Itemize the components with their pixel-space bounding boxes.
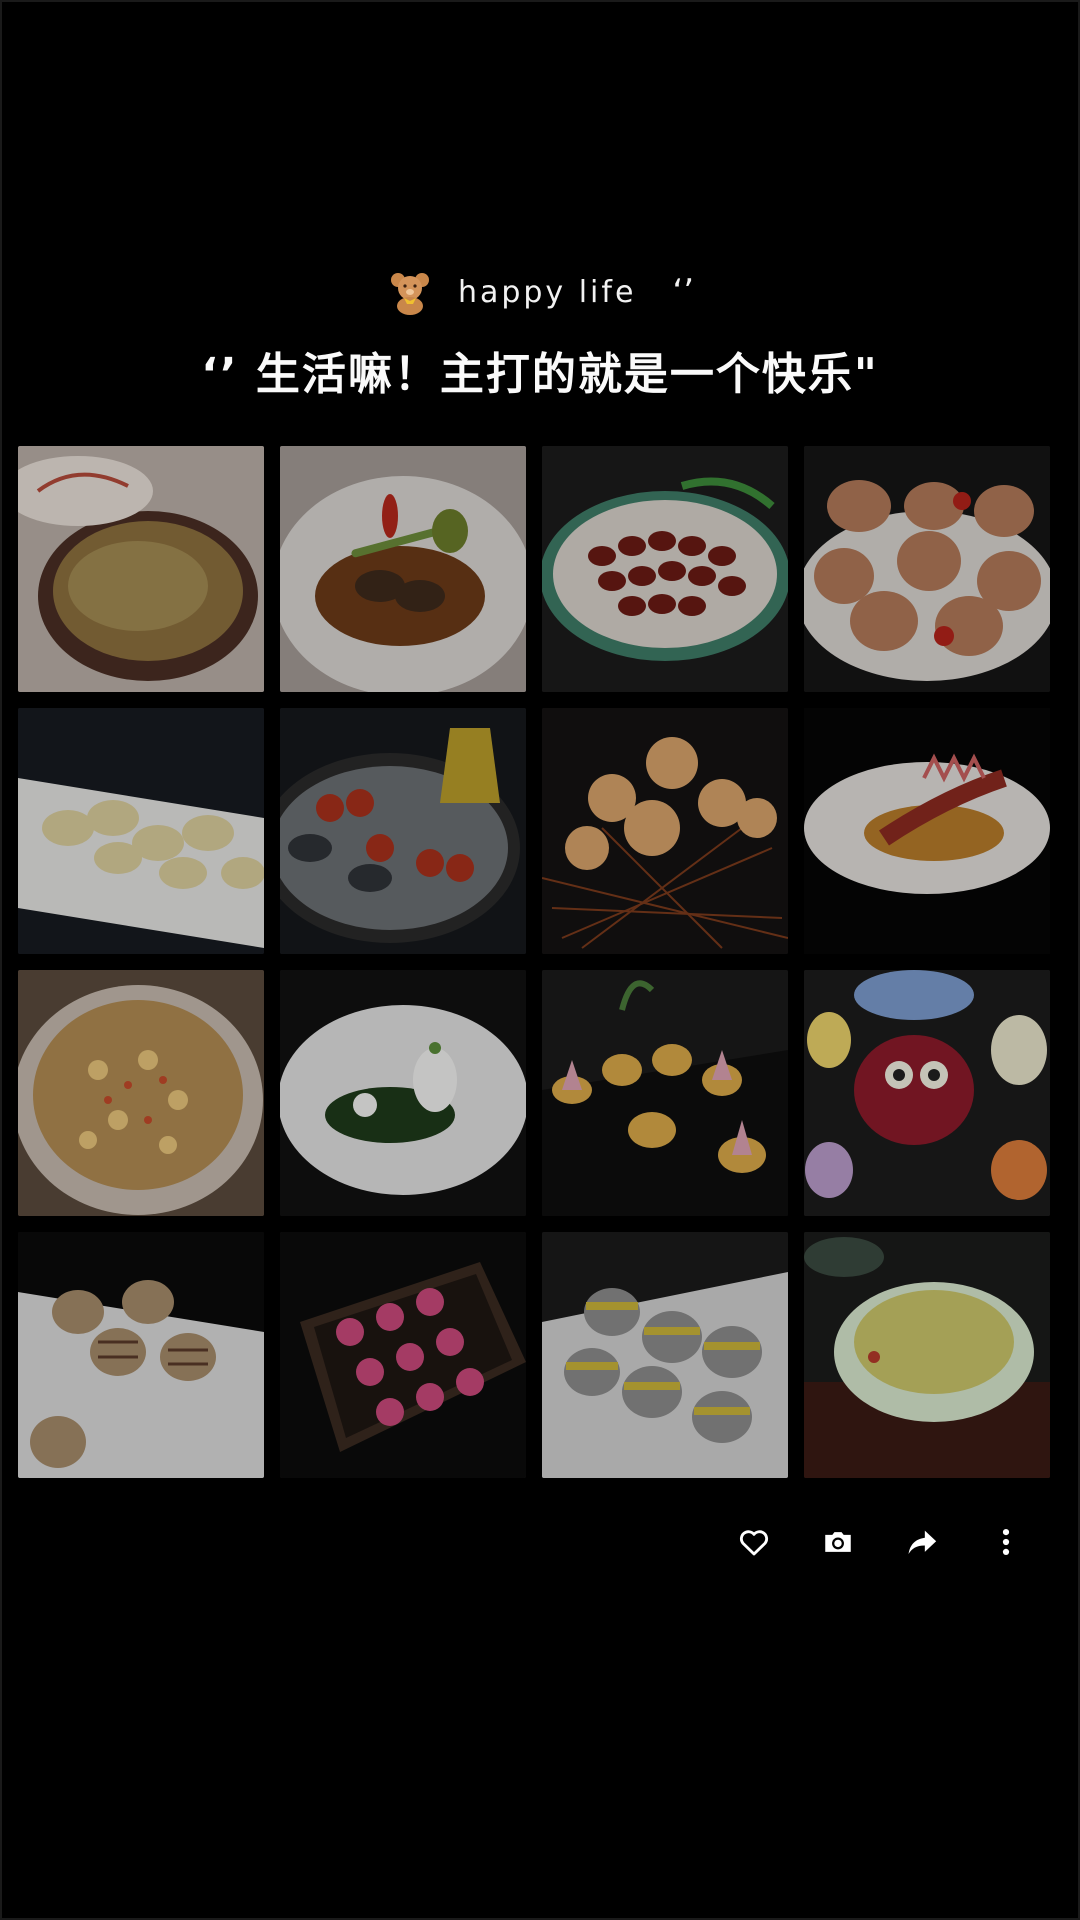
photo-tile[interactable] [804,708,1050,954]
photo-tile[interactable] [18,708,264,954]
action-bar [734,1522,1026,1562]
abalone-sauce-photo [280,446,526,692]
more-icon [1002,1528,1010,1556]
sliced-duck-photo [804,708,1050,954]
photo-tile[interactable] [18,970,264,1216]
photo-tile[interactable] [18,1232,264,1478]
white-bowl-photo [280,970,526,1216]
headline: ‘’ 生活嘛！主打的就是一个快乐" [201,349,879,400]
photo-tile[interactable] [280,446,526,692]
like-button[interactable] [734,1522,774,1562]
share-icon [908,1530,937,1555]
pink-flower-pastries-photo [280,1232,526,1478]
photo-tile[interactable] [804,970,1050,1216]
striped-pastries-photo [18,1232,264,1478]
more-button[interactable] [986,1522,1026,1562]
photo-tile[interactable] [280,970,526,1216]
teddy-bear-icon [386,268,434,316]
soup-bowl-photo [804,1232,1050,1478]
photo-tile[interactable] [542,1232,788,1478]
caption-text: happy life [457,274,637,310]
camera-button[interactable] [818,1522,858,1562]
fried-puffs-photo [542,708,788,954]
mini-pastries-photo [542,970,788,1216]
photo-tile[interactable] [542,708,788,954]
camera-icon [825,1532,851,1552]
white-dumplings-photo [18,708,264,954]
animal-pastries-photo [804,970,1050,1216]
photo-tile[interactable] [280,708,526,954]
photo-tile[interactable] [18,446,264,692]
photo-tile[interactable] [804,1232,1050,1478]
heart-icon [739,1530,769,1556]
caption-row: happy life ‘’ [0,268,1080,316]
grey-yellow-pastries-photo [542,1232,788,1478]
photo-grid [18,446,1062,1478]
photo-tile[interactable] [542,446,788,692]
photo-tile[interactable] [542,970,788,1216]
caption-quote: ‘’ [672,272,695,312]
braised-slices-photo [542,446,788,692]
cherry-tomato-plate-photo [280,708,526,954]
pastry-buns-photo [804,446,1050,692]
rice-claypot-photo [18,970,264,1216]
clay-pot-dish-photo [18,446,264,692]
photo-tile[interactable] [804,446,1050,692]
photo-tile[interactable] [280,1232,526,1478]
share-button[interactable] [902,1522,942,1562]
